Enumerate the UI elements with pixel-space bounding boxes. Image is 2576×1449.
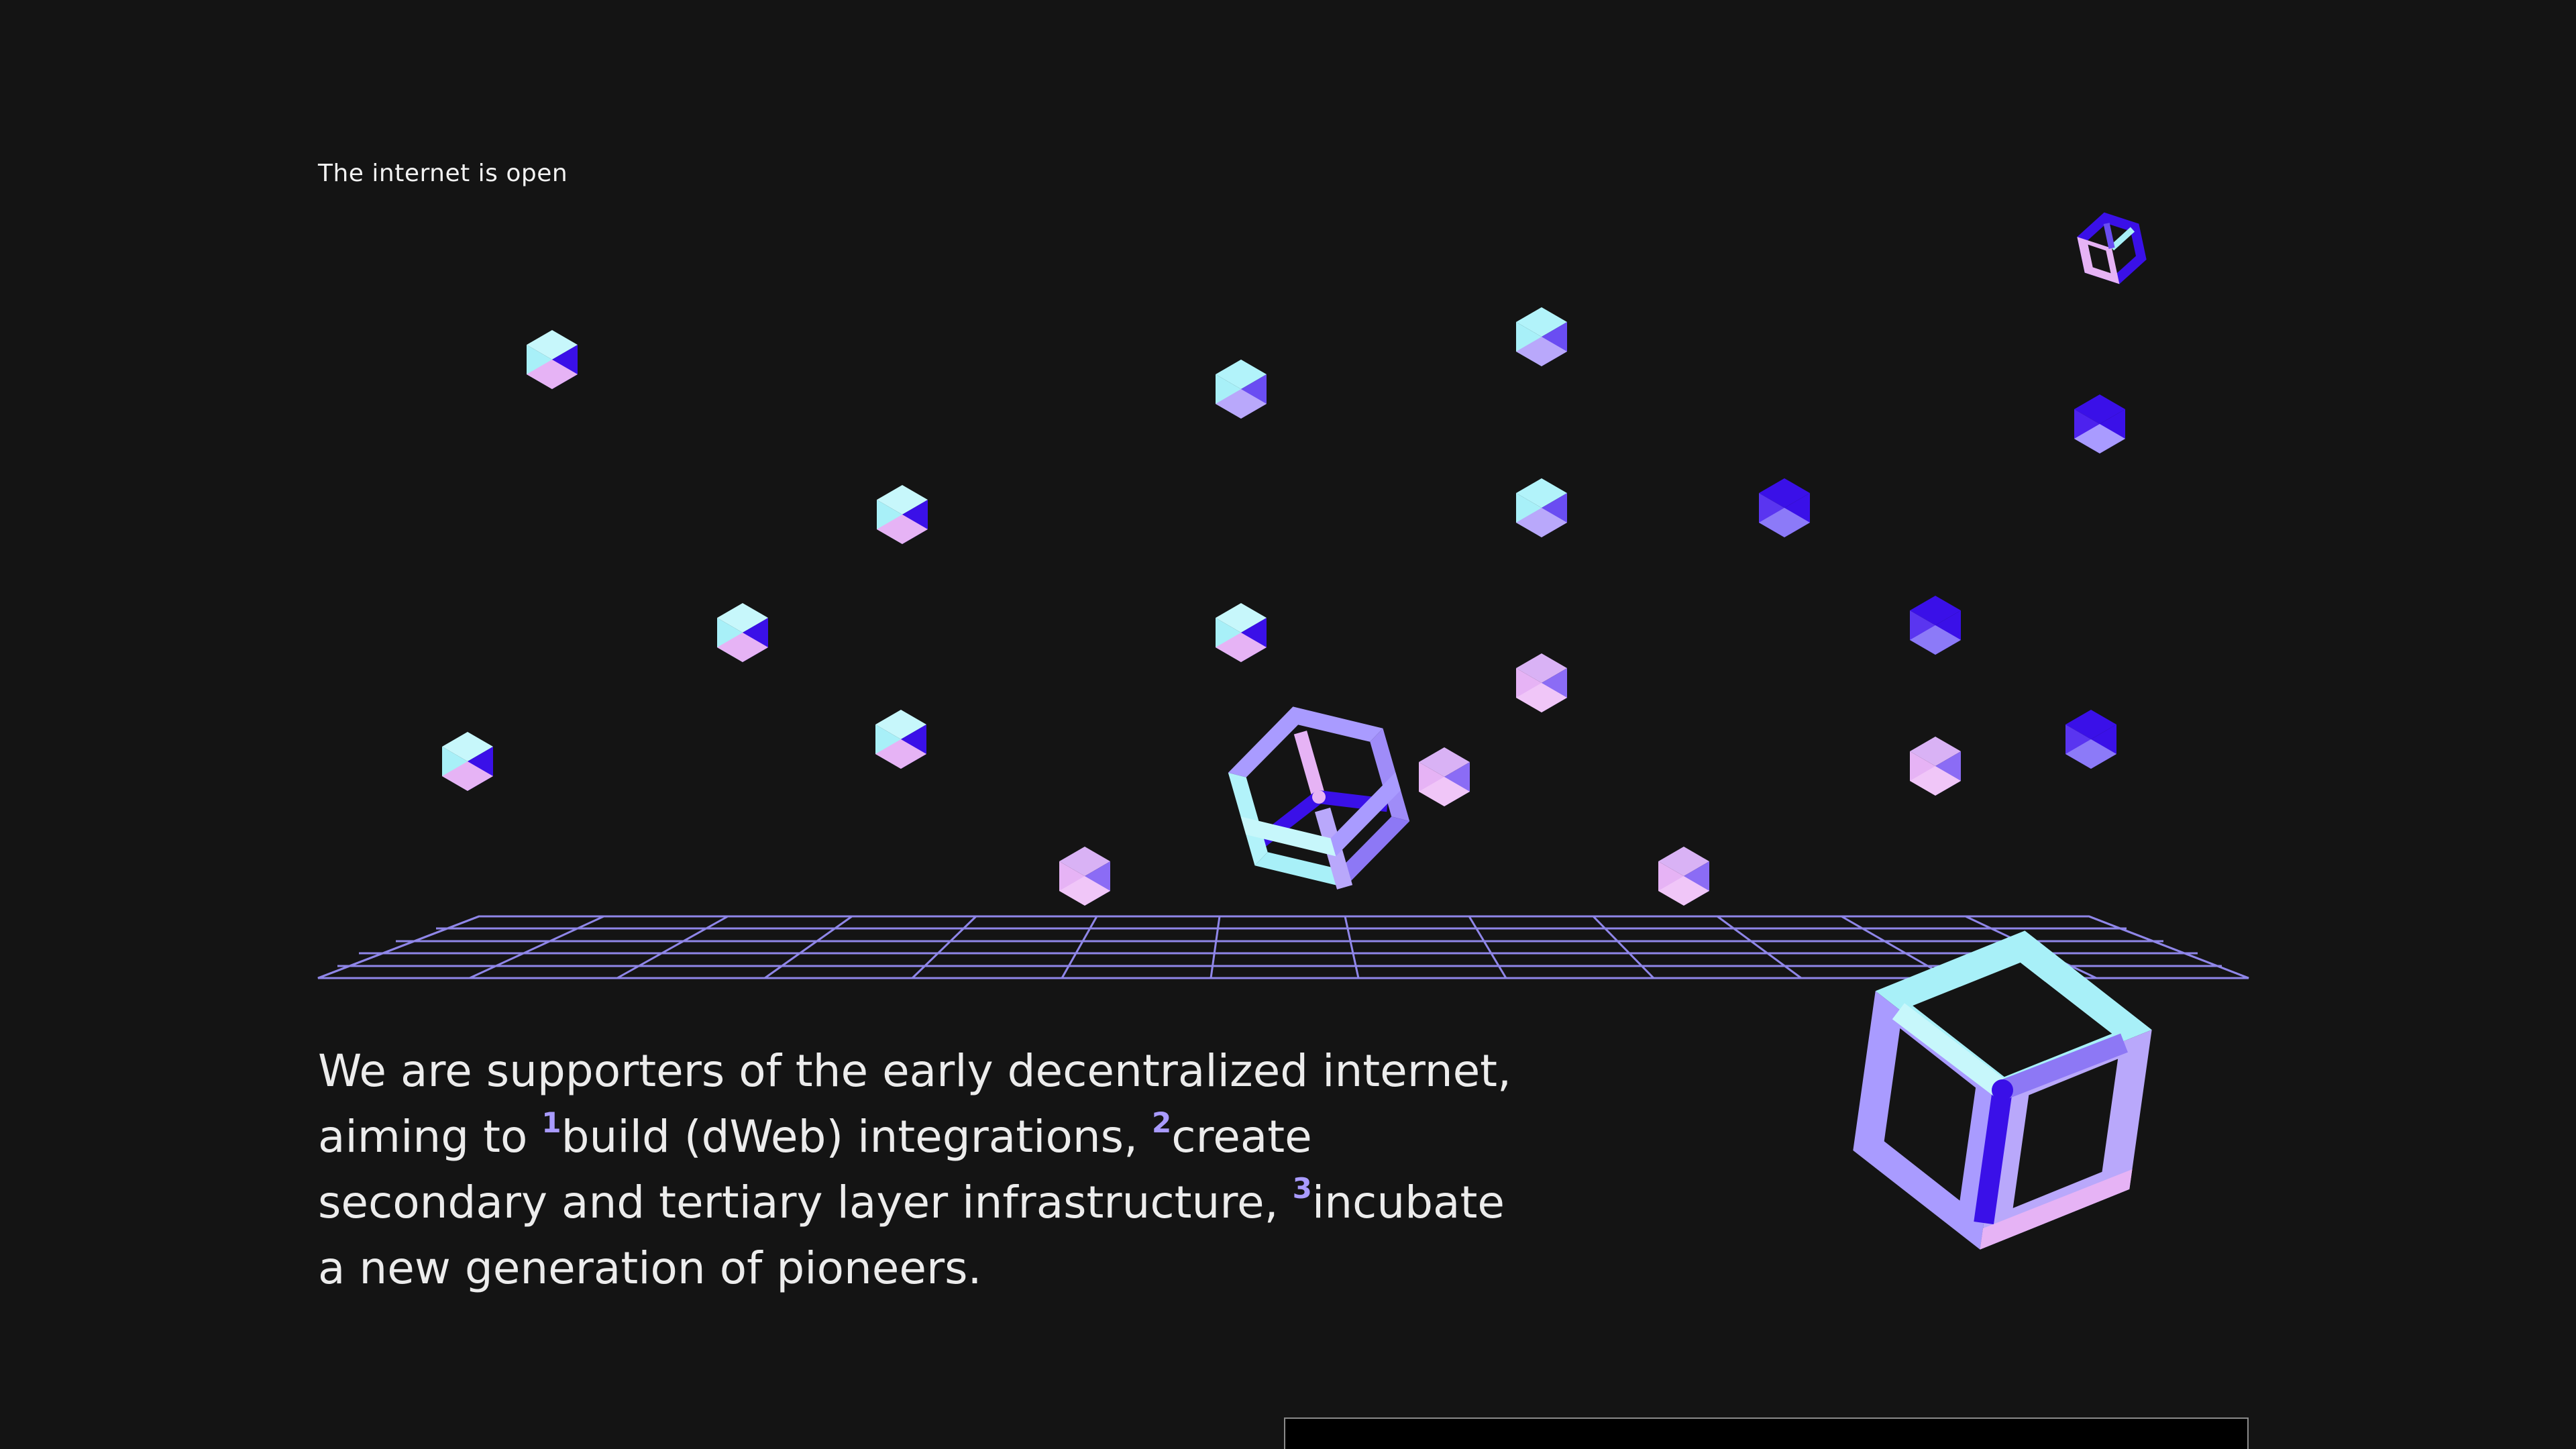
cube-icon [1759, 478, 1810, 537]
mission-text: secondary and tertiary layer infrastruct… [318, 1177, 1293, 1228]
hollow-cube-icon [1228, 706, 1410, 890]
hollow-cube-icon [2077, 212, 2147, 284]
cube-icon [1910, 737, 1961, 796]
cube-icon [527, 330, 578, 389]
cube-icon [1658, 847, 1709, 906]
cube-icon [1059, 847, 1110, 906]
cube-icon [1216, 360, 1267, 419]
cube-icon [717, 603, 768, 662]
mission-line-1: We are supporters of the early decentral… [318, 1045, 1512, 1097]
cube-icon [1516, 653, 1567, 712]
mission-statement: We are supporters of the early decentral… [318, 1038, 1512, 1301]
mission-line-4: a new generation of pioneers. [318, 1242, 982, 1294]
mission-line-3: secondary and tertiary layer infrastruct… [318, 1170, 1505, 1236]
mission-text: incubate [1311, 1177, 1505, 1228]
cube-icon [1516, 307, 1567, 366]
cube-icon [442, 732, 493, 791]
mission-line-2: aiming to 1build (dWeb) integrations, 2c… [318, 1104, 1499, 1170]
cube-icon [877, 485, 928, 544]
mission-text: build (dWeb) integrations, [561, 1111, 1152, 1163]
cube-icon [1216, 603, 1267, 662]
footnote-marker-3: 3 [1292, 1172, 1312, 1205]
cube-icon [1910, 596, 1961, 655]
bottom-panel [1284, 1417, 2249, 1449]
cube-icon [2065, 710, 2116, 769]
cube-icon [875, 710, 926, 769]
cube-icon [1516, 478, 1567, 537]
cube-icon [1419, 747, 1470, 806]
footnote-marker-1: 1 [541, 1106, 561, 1139]
mission-text: aiming to [318, 1111, 542, 1163]
hero-section: The internet is open We are supporters o… [0, 0, 2576, 1449]
cube-icon [2074, 394, 2125, 453]
hollow-cube-icon [1853, 930, 2152, 1250]
mission-text: create [1171, 1111, 1312, 1163]
footnote-marker-2: 2 [1152, 1106, 1172, 1139]
